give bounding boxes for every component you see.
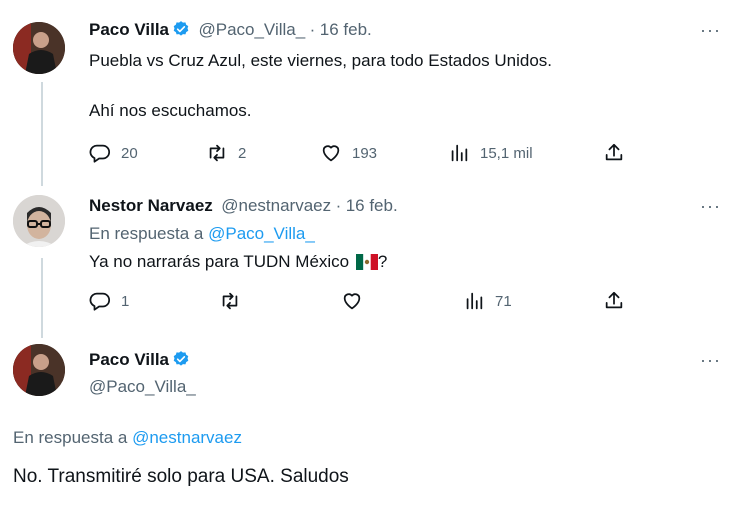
verified-badge-icon [172,350,190,368]
views-button[interactable]: 71 [463,290,512,312]
tweet-header: Paco Villa [89,350,190,370]
like-button[interactable] [341,290,363,312]
tweet-text-end: ? [377,252,388,271]
thread-line [41,82,43,186]
share-icon [605,143,623,161]
replying-to: En respuesta a @nestnarvaez [13,428,242,448]
avatar[interactable] [13,22,65,74]
reply-prefix: En respuesta a [13,428,128,447]
retweet-icon [222,292,238,310]
display-name[interactable]: Nestor Narvaez [89,196,213,215]
reply-button[interactable]: 1 [89,290,129,312]
mexico-flag-icon [355,254,378,275]
views-count: 71 [495,292,512,310]
verified-badge-icon [172,20,190,38]
heart-icon [322,145,340,162]
user-handle[interactable]: @nestnarvaez [221,196,331,215]
share-icon [605,291,623,309]
display-name[interactable]: Paco Villa [89,350,169,369]
like-count: 193 [352,144,378,162]
reply-count: 1 [121,292,130,310]
user-handle[interactable]: @Paco_Villa_ [198,20,305,39]
reply-button[interactable]: 20 [89,142,138,164]
reply-to-link[interactable]: @Paco_Villa_ [208,224,315,243]
tweet-text-main: Ya no narrarás para TUDN México [89,252,350,271]
share-button[interactable] [603,290,625,312]
tweet-date[interactable]: 16 feb. [320,20,372,39]
tweet-text: Puebla vs Cruz Azul, este viernes, para … [89,51,553,70]
separator: · [335,196,342,215]
avatar[interactable] [13,344,65,396]
views-chart-icon [451,144,468,162]
share-button[interactable] [603,142,625,164]
tweet-header: Nestor Narvaez @nestnarvaez · 16 feb. [89,196,398,216]
tweet-header: Paco Villa @Paco_Villa_ · 16 feb. [89,20,372,40]
views-button[interactable]: 15,1 mil [448,142,533,164]
views-chart-icon [466,292,483,310]
retweet-button[interactable] [219,290,241,312]
tweet-text: No. Transmitiré solo para USA. Saludos [13,466,349,487]
tweet-text: Ahí nos escuchamos. [89,101,252,120]
more-options-icon[interactable]: ··· [700,350,721,371]
thread-line [41,258,43,338]
user-handle[interactable]: @Paco_Villa_ [89,377,196,397]
separator: · [309,20,316,39]
tweet-text: Ya no narrarás para TUDN México ? [89,252,387,275]
reply-icon [89,292,111,311]
reply-prefix: En respuesta a [89,224,204,243]
reply-count: 20 [121,144,138,162]
retweet-button[interactable]: 2 [206,142,246,164]
display-name[interactable]: Paco Villa [89,20,169,39]
retweet-icon [209,144,225,162]
like-button[interactable]: 193 [320,142,377,164]
tweet-date[interactable]: 16 feb. [346,196,398,215]
views-count: 15,1 mil [480,144,533,162]
avatar[interactable] [13,195,65,247]
more-options-icon[interactable]: ··· [700,20,721,41]
more-options-icon[interactable]: ··· [700,196,721,217]
reply-to-link[interactable]: @nestnarvaez [132,428,242,447]
reply-icon [89,144,111,163]
retweet-count: 2 [238,144,247,162]
replying-to: En respuesta a @Paco_Villa_ [89,224,315,244]
heart-icon [343,293,361,310]
